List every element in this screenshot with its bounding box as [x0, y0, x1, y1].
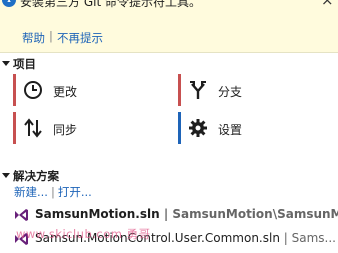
new-solution-link[interactable]: 新建... [14, 185, 48, 199]
project-section-header[interactable]: 项目 [2, 56, 36, 72]
link-separator: | [50, 185, 55, 199]
solution-path: SamsunMotion\SamsunMo... [172, 207, 338, 221]
solution-item[interactable]: SamsunMotion.sln | SamsunMotion\SamsunMo… [14, 206, 338, 224]
solution-path: Sams... [291, 231, 336, 245]
notification-message: 安装第三方 Git 命令提示符工具。 [20, 0, 201, 9]
solution-entry: Samsun.MotionControl.User.Common.sln | S… [35, 231, 336, 245]
sync-label: 同步 [53, 123, 78, 137]
solution-item[interactable]: Samsun.MotionControl.User.Common.sln | S… [14, 230, 338, 248]
solution-entry: SamsunMotion.sln | SamsunMotion\SamsunMo… [35, 207, 338, 221]
gear-icon [189, 119, 207, 137]
tile-accent-bar [178, 112, 181, 144]
branches-label: 分支 [218, 85, 243, 99]
sync-tile[interactable]: 同步 [13, 112, 173, 144]
sync-arrows-icon [24, 118, 42, 138]
solution-name: SamsunMotion.sln [35, 207, 160, 221]
solutions-heading: 解决方案 [13, 169, 59, 183]
info-icon: i [2, 0, 16, 7]
notification-bar: i 安装第三方 Git 命令提示符工具。 × 帮助 | 不再提示 [0, 0, 338, 53]
tile-accent-bar [178, 74, 181, 106]
branches-tile[interactable]: 分支 [178, 74, 338, 106]
solution-actions: 新建... | 打开... [14, 184, 92, 200]
help-link[interactable]: 帮助 [22, 30, 45, 46]
never-show-link[interactable]: 不再提示 [57, 30, 103, 46]
open-solution-link[interactable]: 打开... [58, 185, 92, 199]
clock-icon [24, 81, 42, 99]
tile-accent-bar [13, 74, 16, 106]
settings-tile[interactable]: 设置 [178, 112, 338, 144]
visual-studio-icon [14, 232, 29, 246]
settings-label: 设置 [218, 123, 243, 137]
branch-icon [190, 81, 206, 99]
collapse-caret-icon [2, 61, 10, 66]
visual-studio-icon [14, 208, 29, 222]
solution-name: Samsun.MotionControl.User.Common.sln [35, 231, 280, 245]
collapse-caret-icon [2, 173, 10, 178]
close-icon[interactable]: × [321, 0, 334, 9]
changes-tile[interactable]: 更改 [13, 74, 173, 106]
solutions-section-header[interactable]: 解决方案 [2, 168, 59, 184]
project-heading: 项目 [13, 57, 36, 71]
tile-accent-bar [13, 112, 16, 144]
changes-label: 更改 [53, 85, 78, 99]
link-separator: | [49, 29, 53, 43]
